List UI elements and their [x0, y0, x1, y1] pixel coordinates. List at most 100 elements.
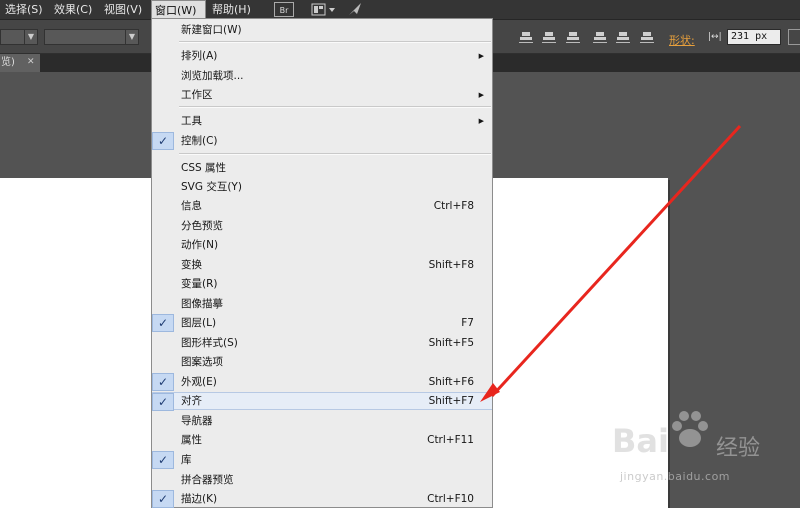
align-center-icon[interactable]	[542, 30, 556, 43]
align-right-icon[interactable]	[566, 30, 580, 43]
menu-item-label: 属性	[181, 434, 202, 446]
chevron-down-icon: ▼	[125, 30, 138, 44]
menu-item-label: 信息	[181, 200, 202, 212]
menu-item-label: 外观(E)	[181, 376, 217, 388]
document-tab-label: 览)	[1, 57, 15, 68]
width-input[interactable]: 231 px	[727, 29, 781, 45]
align-middle-icon[interactable]	[616, 30, 630, 43]
checkmark-icon: ✓	[152, 490, 174, 508]
menu-help[interactable]: 帮助(H)	[209, 0, 254, 19]
bridge-icon[interactable]: Br	[274, 2, 294, 17]
paw-icon	[672, 411, 708, 447]
menu-item[interactable]: 变换 Shift+F8	[152, 256, 492, 274]
menu-effect[interactable]: 效果(C)	[51, 0, 95, 19]
menu-item-label: 变换	[181, 259, 202, 271]
menu-item-shortcut: Ctrl+F11	[427, 434, 474, 446]
submenu-arrow-icon: ▶	[478, 52, 484, 60]
submenu-arrow-icon: ▶	[478, 91, 484, 99]
window-menu-dropdown: 新建窗口(W) 排列(A) ▶ 浏览加载项... 工作区 ▶ 工具 ▶ ✓ 控制(C) CSS 属性…	[151, 18, 493, 508]
menu-separator	[179, 41, 491, 43]
menu-item[interactable]: 新建窗口(W)	[152, 21, 492, 39]
menu-item[interactable]: 浏览加载项...	[152, 67, 492, 85]
menu-item-label: 变量(R)	[181, 278, 218, 290]
align-left-icon[interactable]	[519, 30, 533, 43]
menu-item-label: 动作(N)	[181, 239, 219, 251]
menu-item[interactable]: 动作(N)	[152, 236, 492, 254]
menu-item[interactable]: 图像描摹	[152, 295, 492, 313]
menu-item-label: 工作区	[181, 89, 213, 101]
menu-item-label: 浏览加载项...	[181, 70, 244, 82]
menu-item[interactable]: ✓ 图层(L) F7	[152, 314, 492, 332]
menu-item-label: 排列(A)	[181, 50, 218, 62]
chevron-down-icon: ▼	[24, 30, 37, 44]
menu-item-label: 对齐	[181, 395, 202, 407]
checkmark-icon: ✓	[152, 314, 174, 332]
menu-item-label: 工具	[181, 115, 202, 127]
style-dropdown[interactable]: ▼	[44, 29, 139, 45]
menu-select[interactable]: 选择(S)	[2, 0, 46, 19]
menu-item[interactable]: 工具 ▶	[152, 112, 492, 130]
menu-item-label: 导航器	[181, 415, 213, 427]
menu-item[interactable]: 信息 Ctrl+F8	[152, 197, 492, 215]
menu-item-label: 分色预览	[181, 220, 223, 232]
menu-item-label: 图案选项	[181, 356, 223, 368]
menu-item[interactable]: 导航器	[152, 412, 492, 430]
menu-separator	[179, 106, 491, 108]
menu-item[interactable]: ✓ 外观(E) Shift+F6	[152, 373, 492, 391]
rocket-icon[interactable]	[347, 2, 363, 17]
menu-item[interactable]: 图形样式(S) Shift+F5	[152, 334, 492, 352]
menu-item-label: 控制(C)	[181, 135, 218, 147]
menu-item[interactable]: 拼合器预览	[152, 471, 492, 489]
stroke-weight-dropdown[interactable]: ▼	[0, 29, 38, 45]
menu-item-label: 新建窗口(W)	[181, 24, 242, 36]
menu-item-label: 描边(K)	[181, 493, 218, 505]
baidu-jingyan-watermark: Bai 经验 jingyan.baidu.com	[612, 408, 800, 500]
checkmark-icon: ✓	[152, 373, 174, 391]
menu-item-shortcut: Shift+F7	[428, 395, 474, 407]
menu-item-label: CSS 属性	[181, 162, 226, 174]
menu-item[interactable]: 排列(A) ▶	[152, 47, 492, 65]
align-top-icon[interactable]	[593, 30, 607, 43]
menu-item-label: 图形样式(S)	[181, 337, 238, 349]
menu-separator	[179, 153, 491, 155]
menu-window[interactable]: 窗口(W)	[151, 0, 206, 19]
menu-item-label: SVG 交互(Y)	[181, 181, 242, 193]
checkmark-icon: ✓	[152, 393, 174, 411]
menu-item[interactable]: ✓ 库	[152, 451, 492, 469]
align-bottom-icon[interactable]	[640, 30, 654, 43]
menu-item-label: 库	[181, 454, 192, 466]
menu-item[interactable]: ✓ 控制(C)	[152, 132, 492, 150]
menu-view[interactable]: 视图(V)	[101, 0, 145, 19]
menu-item[interactable]: CSS 属性	[152, 159, 492, 177]
menu-item[interactable]: ✓ 描边(K) Ctrl+F10	[152, 490, 492, 508]
watermark-url: jingyan.baidu.com	[620, 470, 731, 483]
menu-item-label: 拼合器预览	[181, 474, 234, 486]
menu-item-label: 图层(L)	[181, 317, 217, 329]
menu-item[interactable]: ✓ 对齐 Shift+F7	[152, 392, 492, 411]
menu-item-shortcut: Ctrl+F10	[427, 493, 474, 505]
menu-item[interactable]: 工作区 ▶	[152, 86, 492, 104]
shape-label[interactable]: 形状:	[669, 32, 695, 48]
close-icon[interactable]: ✕	[27, 54, 35, 71]
menu-item-shortcut: Shift+F5	[428, 337, 474, 349]
menu-item-shortcut: F7	[461, 317, 474, 329]
menu-bar: 选择(S) 效果(C) 视图(V) 窗口(W) 帮助(H) Br	[0, 0, 800, 20]
menu-item[interactable]: 变量(R)	[152, 275, 492, 293]
checkmark-icon: ✓	[152, 132, 174, 150]
workspace-switcher-icon[interactable]	[311, 2, 337, 17]
menu-item-shortcut: Shift+F8	[428, 259, 474, 271]
watermark-brand: 经验	[716, 436, 761, 461]
panel-menu-icon[interactable]	[788, 29, 800, 45]
width-icon: |↔|	[708, 32, 722, 42]
menu-item[interactable]: 分色预览	[152, 217, 492, 235]
menu-item[interactable]: 图案选项	[152, 353, 492, 371]
submenu-arrow-icon: ▶	[478, 117, 484, 125]
menu-item[interactable]: 属性 Ctrl+F11	[152, 431, 492, 449]
menu-item[interactable]: SVG 交互(Y)	[152, 178, 492, 196]
menu-item-shortcut: Shift+F6	[428, 376, 474, 388]
menu-item-label: 图像描摹	[181, 298, 223, 310]
watermark-logo-text: Bai	[612, 422, 669, 460]
menu-item-shortcut: Ctrl+F8	[433, 200, 474, 212]
checkmark-icon: ✓	[152, 451, 174, 469]
document-tab[interactable]: 览) ✕	[0, 54, 40, 72]
